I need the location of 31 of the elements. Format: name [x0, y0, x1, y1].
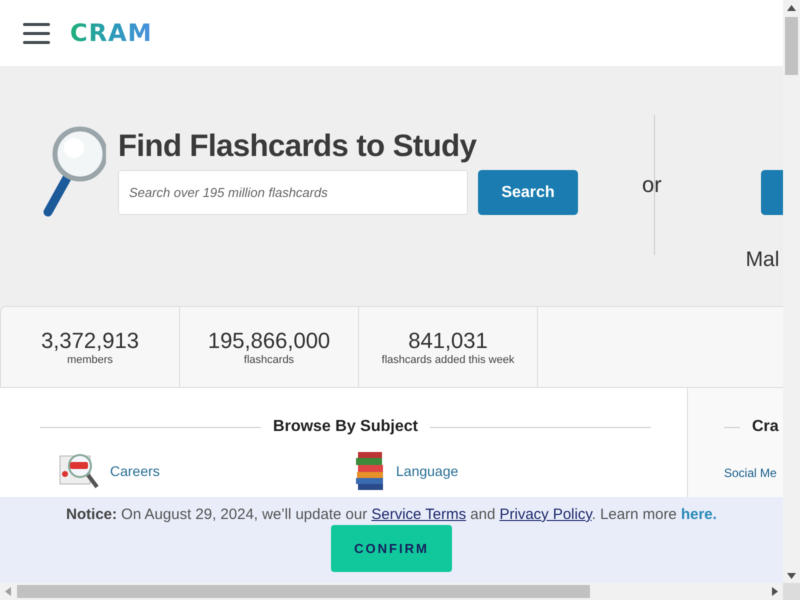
stat-value: 195,866,000	[208, 328, 330, 354]
stat-label: flashcards	[244, 354, 294, 366]
stat-value: 3,372,913	[41, 328, 139, 354]
notice-text: Notice: On August 29, 2024, we’ll update our Service Terms and Privacy Policy. Learn more here.	[66, 506, 717, 523]
menu-icon[interactable]	[23, 22, 50, 44]
books-icon	[354, 450, 386, 492]
caption-text: Mal	[746, 248, 780, 272]
left-arrow-icon[interactable]	[5, 587, 11, 596]
page-title: Find Flashcards to Study	[118, 128, 478, 164]
search-field[interactable]: Search over 195 million flashcards	[118, 170, 468, 215]
scrollbar-corner	[783, 583, 800, 600]
notice-link[interactable]: Privacy Policy	[499, 506, 592, 523]
section-title: Cra	[752, 418, 779, 436]
confirm-button[interactable]: CONFIRM	[331, 525, 452, 572]
scrollbar-thumb[interactable]	[17, 585, 590, 598]
subject-link[interactable]: Language	[396, 463, 458, 479]
learn-more-link[interactable]: here.	[680, 506, 717, 523]
category-link[interactable]: Social Me	[724, 466, 783, 480]
right-arrow-icon[interactable]	[772, 587, 778, 596]
stat-value: 841,031	[408, 328, 488, 354]
stat-label: members	[67, 354, 113, 366]
subject-link[interactable]: Careers	[110, 463, 160, 479]
section-title: Browse By Subject	[273, 418, 418, 436]
up-arrow-icon[interactable]	[787, 5, 796, 11]
down-arrow-icon[interactable]	[787, 573, 796, 579]
scrollbar-thumb[interactable]	[785, 17, 798, 75]
stat-label: flashcards added this week	[382, 354, 514, 366]
or-text: or	[642, 172, 662, 197]
search-button[interactable]: Search	[478, 170, 578, 215]
partial-button[interactable]	[760, 170, 783, 215]
notice-link[interactable]: Service Terms	[371, 506, 466, 523]
